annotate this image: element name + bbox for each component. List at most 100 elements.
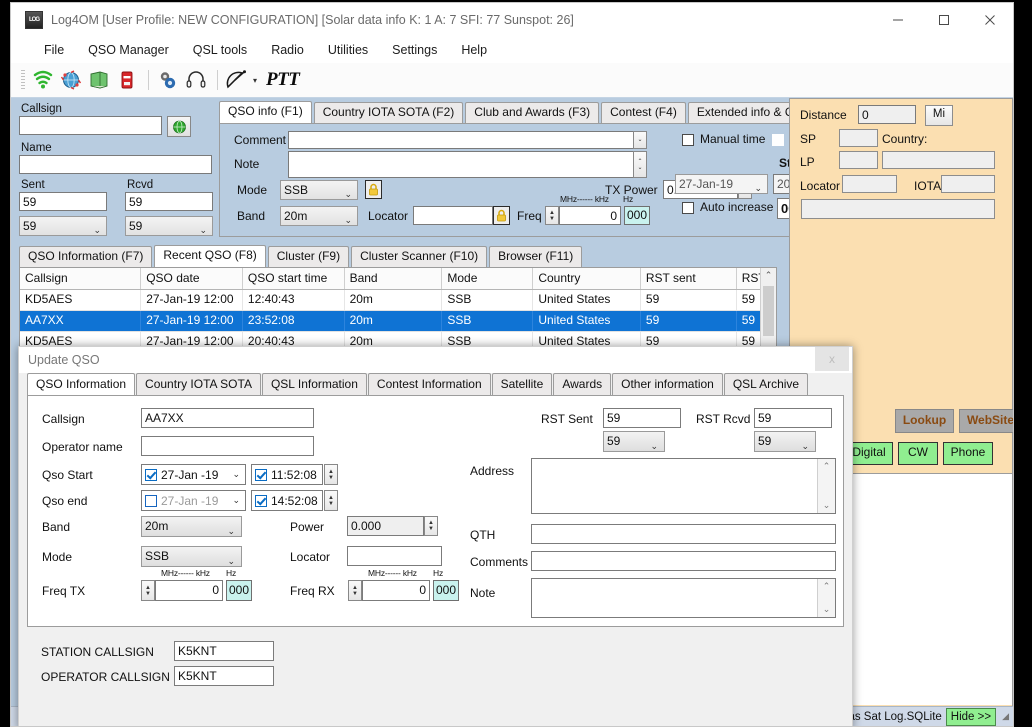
dialog-tab-qso-information[interactable]: QSO Information <box>27 373 136 395</box>
dlg-qso-start-date[interactable]: 27-Jan -19 ⌄ <box>141 464 246 485</box>
dialog-close-button[interactable]: x <box>815 347 849 371</box>
menu-qso-manager[interactable]: QSO Manager <box>77 40 180 60</box>
dialog-tab-contest-information[interactable]: Contest Information <box>367 373 491 395</box>
note-scroll[interactable]: ⌃ ⌄ <box>633 151 647 178</box>
freq-input[interactable]: 0 <box>559 206 621 225</box>
dlg-qso-end-date[interactable]: 27-Jan -19 ⌄ <box>141 490 246 511</box>
hide-button[interactable]: Hide >> <box>945 707 997 726</box>
dialog-tab-qsl-archive[interactable]: QSL Archive <box>723 373 809 395</box>
use-real-end-time-checkbox[interactable] <box>772 134 784 146</box>
dlg-power-spinner[interactable]: ▲ ▼ <box>424 516 438 536</box>
dlg-mode-combo[interactable]: SSB ⌄ <box>141 546 242 567</box>
dlg-rst-rcvd-combo[interactable]: 59 ⌄ <box>754 431 816 452</box>
chevron-down-icon[interactable]: ▾ <box>253 76 257 85</box>
tab-cluster-scanner[interactable]: Cluster Scanner (F10) <box>351 246 488 267</box>
headset-icon[interactable] <box>183 67 209 93</box>
locator-input[interactable] <box>413 206 493 225</box>
dlg-comments-input[interactable] <box>531 551 836 571</box>
grid-col-band[interactable]: Band <box>345 268 443 289</box>
rst-rcvd-input[interactable]: 59 <box>125 192 213 211</box>
station-callsign-input[interactable]: K5KNT <box>174 641 274 661</box>
tab-cluster[interactable]: Cluster (F9) <box>267 246 350 267</box>
tab-club-and-awards[interactable]: Club and Awards (F3) <box>465 102 600 123</box>
website-button[interactable]: WebSite <box>959 409 1013 433</box>
scrollbar-thumb[interactable] <box>763 286 774 336</box>
dlg-qso-start-time[interactable]: 11:52:08 <box>251 464 323 485</box>
callsign-lookup-globe-icon[interactable] <box>167 116 191 137</box>
menu-utilities[interactable]: Utilities <box>317 40 379 60</box>
mode-lock-icon[interactable] <box>365 180 382 199</box>
wifi-signal-icon[interactable] <box>30 67 56 93</box>
green-book-icon[interactable] <box>86 67 112 93</box>
freq-spinner[interactable]: ▲ ▼ <box>545 206 559 225</box>
band-combo[interactable]: 20m ⌄ <box>280 206 358 226</box>
tab-contest[interactable]: Contest (F4) <box>601 102 686 123</box>
toolbar-grip[interactable] <box>21 70 25 90</box>
dlg-rst-rcvd-input[interactable]: 59 <box>754 408 832 428</box>
dlg-locator-input[interactable] <box>347 546 442 566</box>
tab-country-iota-sota[interactable]: Country IOTA SOTA (F2) <box>313 102 464 123</box>
dialog-tab-qsl-information[interactable]: QSL Information <box>261 373 367 395</box>
cw-button[interactable]: CW <box>898 442 938 465</box>
ptt-label[interactable]: PTT <box>266 69 300 91</box>
grid-col-qso-date[interactable]: QSO date <box>141 268 243 289</box>
dlg-qso-end-date-checkbox[interactable] <box>145 494 157 507</box>
dlg-freq-tx-input[interactable]: 0 <box>155 580 223 601</box>
resize-grip-icon[interactable]: ◢ <box>1002 711 1009 722</box>
scroll-down-icon[interactable]: ⌄ <box>823 498 831 513</box>
dlg-qso-start-time-spinner[interactable]: ▲ ▼ <box>324 464 338 485</box>
auto-increase-checkbox[interactable] <box>682 202 694 214</box>
dlg-qso-end-time[interactable]: 14:52:08 <box>251 490 323 511</box>
grid-col-qso-start-time[interactable]: QSO start time <box>243 268 345 289</box>
dlg-note-input[interactable] <box>531 578 836 618</box>
callsign-input[interactable] <box>19 116 162 135</box>
dlg-freq-tx-hz[interactable]: 000 <box>226 580 252 601</box>
dlg-rst-sent-combo[interactable]: 59 ⌄ <box>603 431 665 452</box>
minimize-button[interactable] <box>875 3 921 37</box>
dlg-note-scrollbar[interactable]: ⌃ ⌄ <box>817 579 835 617</box>
table-row[interactable]: KD5AES 27-Jan-19 12:00 12:40:43 20m SSB … <box>20 290 776 311</box>
tab-qso-info[interactable]: QSO info (F1) <box>219 101 312 123</box>
distance-unit-button[interactable]: Mi <box>925 105 953 126</box>
dlg-rst-sent-input[interactable]: 59 <box>603 408 681 428</box>
tab-recent-qso[interactable]: Recent QSO (F8) <box>154 245 266 267</box>
mode-combo[interactable]: SSB ⌄ <box>280 180 358 200</box>
dlg-qth-input[interactable] <box>531 524 836 544</box>
menu-file[interactable]: File <box>33 40 75 60</box>
maximize-button[interactable] <box>921 3 967 37</box>
locator-lock-icon[interactable] <box>493 206 510 225</box>
scroll-up-icon[interactable]: ⌃ <box>823 579 831 594</box>
menu-qsl-tools[interactable]: QSL tools <box>182 40 258 60</box>
dlg-qso-start-date-checkbox[interactable] <box>145 468 157 481</box>
dlg-qso-end-time-spinner[interactable]: ▲ ▼ <box>324 490 338 511</box>
dlg-address-scrollbar[interactable]: ⌃ ⌄ <box>817 459 835 513</box>
scroll-up-icon[interactable]: ⌃ <box>761 268 776 281</box>
manual-time-checkbox[interactable] <box>682 134 694 146</box>
dlg-callsign-input[interactable]: AA7XX <box>141 408 314 428</box>
rst-sent-input[interactable]: 59 <box>19 192 107 211</box>
lookup-button[interactable]: Lookup <box>895 409 954 433</box>
satellite-dish-icon[interactable] <box>224 67 250 93</box>
dlg-band-combo[interactable]: 20m ⌄ <box>141 516 242 537</box>
comment-input[interactable] <box>288 131 639 149</box>
note-input[interactable] <box>288 151 639 178</box>
globe-network-icon[interactable] <box>58 67 84 93</box>
scroll-up-icon[interactable]: ⌃ <box>823 459 831 474</box>
dialog-tab-country-iota-sota[interactable]: Country IOTA SOTA <box>136 373 261 395</box>
rst-rcvd-combo[interactable]: 59 ⌄ <box>125 216 213 236</box>
table-row[interactable]: AA7XX 27-Jan-19 12:00 23:52:08 20m SSB U… <box>20 311 776 332</box>
grid-col-callsign[interactable]: Callsign <box>20 268 142 289</box>
dlg-operator-name-input[interactable] <box>141 436 314 456</box>
comment-combo-arrow[interactable]: ⌄ <box>633 131 647 149</box>
menu-settings[interactable]: Settings <box>381 40 448 60</box>
dlg-freq-rx-hz[interactable]: 000 <box>433 580 459 601</box>
close-button[interactable] <box>967 3 1013 37</box>
freq-hz-input[interactable]: 000 <box>624 206 650 225</box>
dialog-tab-satellite[interactable]: Satellite <box>491 373 553 395</box>
dlg-qso-end-time-checkbox[interactable] <box>255 494 267 507</box>
dlg-freq-tx-spinner[interactable]: ▲ ▼ <box>141 580 155 601</box>
name-input[interactable] <box>19 155 212 174</box>
red-mailbox-icon[interactable] <box>114 67 140 93</box>
dlg-freq-rx-input[interactable]: 0 <box>362 580 430 601</box>
dlg-freq-rx-spinner[interactable]: ▲ ▼ <box>348 580 362 601</box>
